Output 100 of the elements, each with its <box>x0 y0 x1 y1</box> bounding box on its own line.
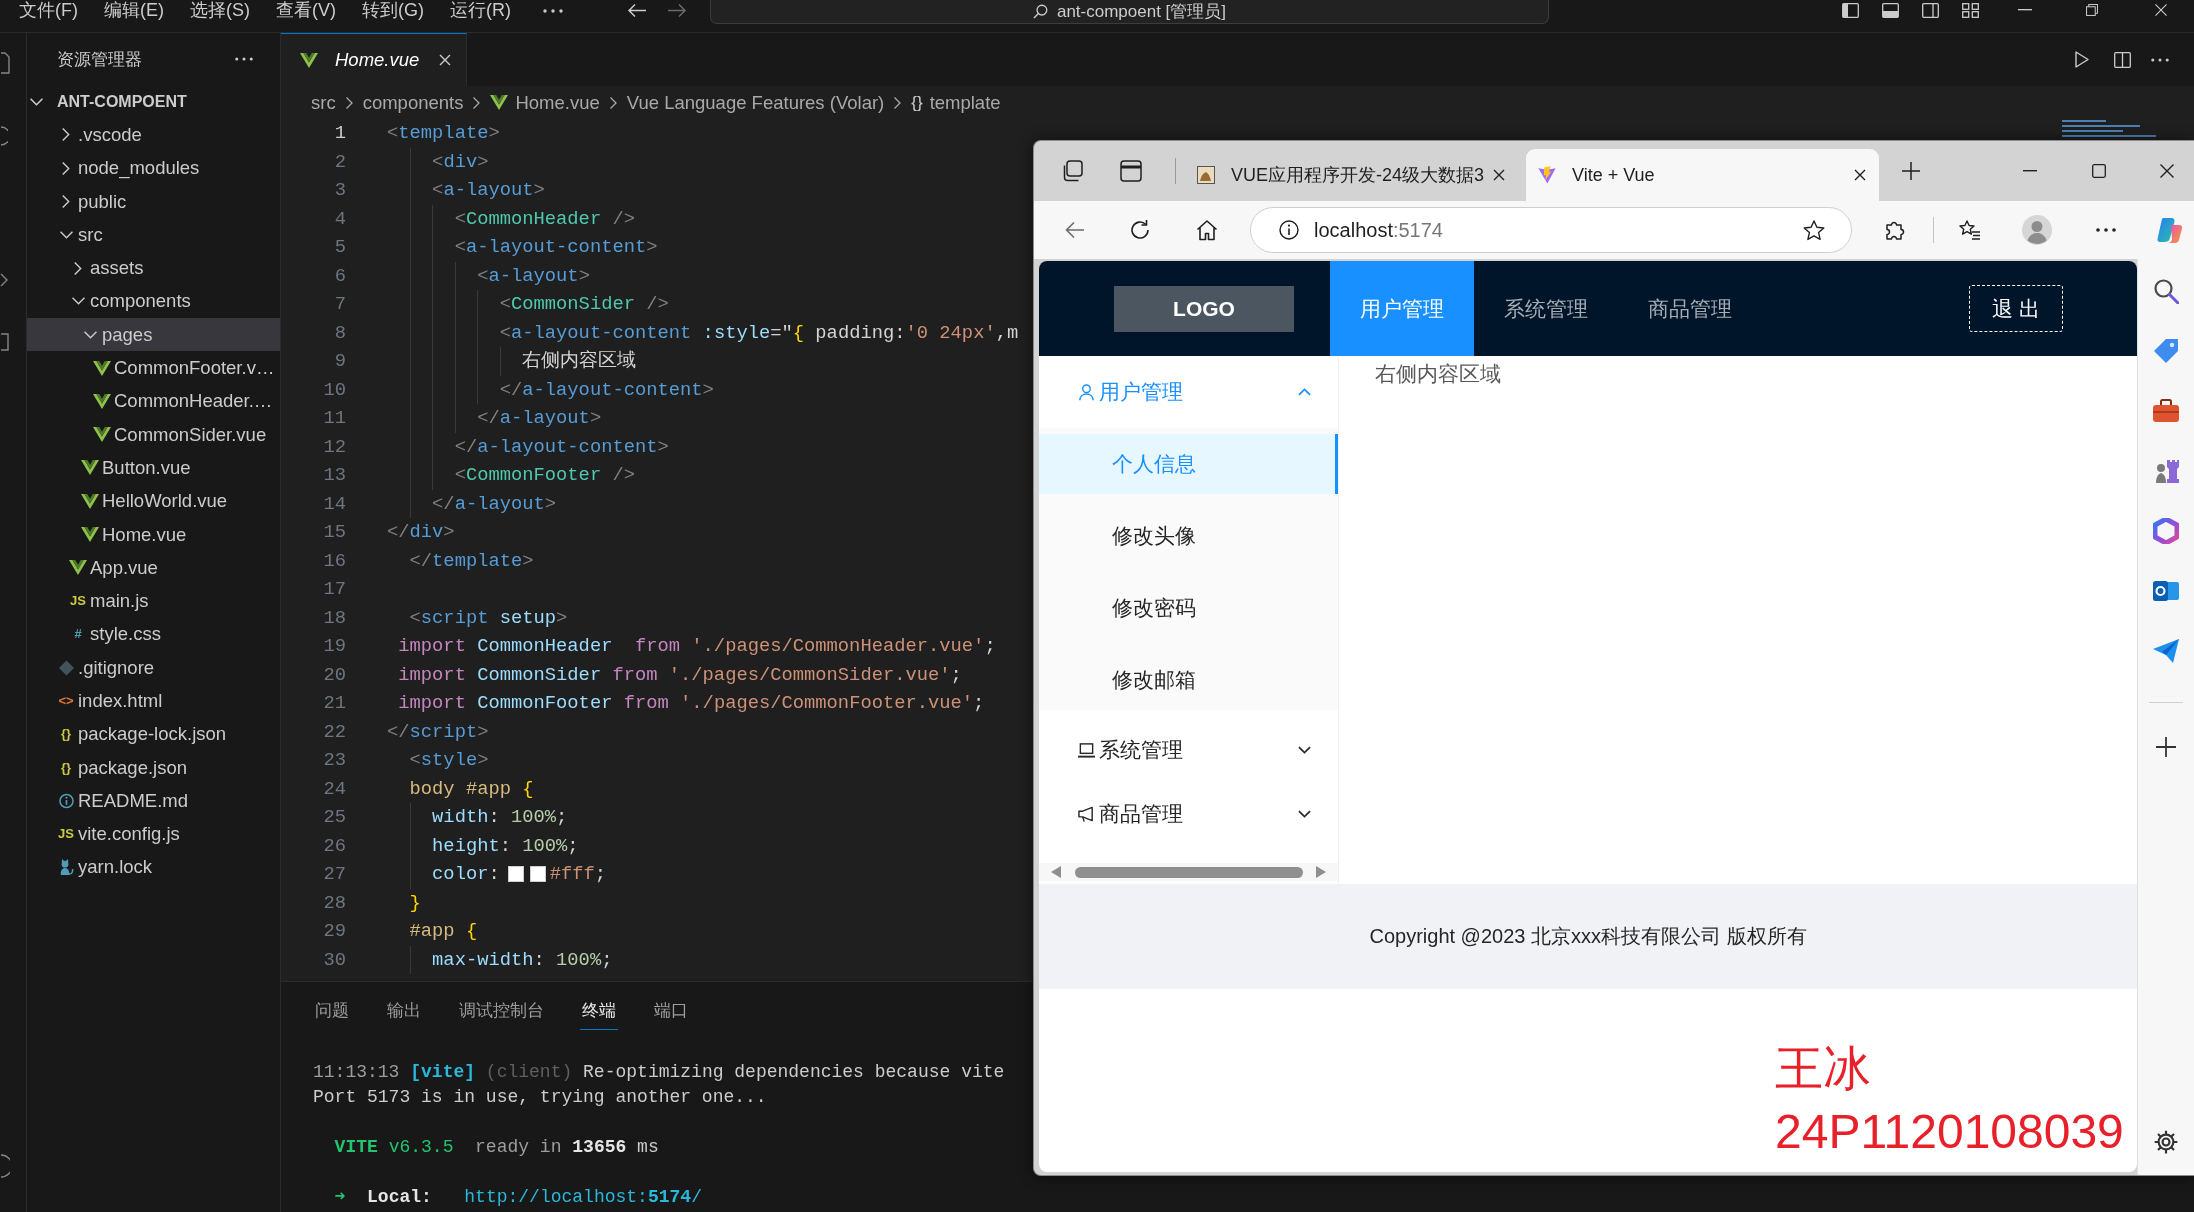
menu-item[interactable]: 查看(V) <box>276 0 336 20</box>
toolbox-icon[interactable] <box>2153 398 2179 424</box>
tree-item[interactable]: components <box>27 284 280 319</box>
tree-item[interactable]: JS main.js <box>27 584 280 618</box>
tree-item[interactable]: JS vite.config.js <box>27 817 280 851</box>
arc-icon[interactable] <box>0 1154 10 1178</box>
browser-tab[interactable]: VUE应用程序开发-24级大数据3 <box>1185 149 1518 201</box>
tree-item[interactable]: Home.vue <box>27 517 280 552</box>
menu-item[interactable]: 修改密码 <box>1039 578 1338 638</box>
nav-menu-item[interactable]: 商品管理 <box>1618 261 1762 356</box>
avatar-icon[interactable] <box>2022 215 2052 245</box>
split-editor-icon[interactable] <box>2114 51 2131 68</box>
mail-tile-icon[interactable] <box>2153 578 2179 604</box>
submenu-title[interactable]: 系统管理 <box>1039 722 1338 778</box>
restore-icon[interactable] <box>2086 4 2098 16</box>
tree-item[interactable]: {} package.json <box>27 750 280 785</box>
minimize-icon[interactable] <box>2023 170 2037 172</box>
more-icon[interactable] <box>2151 57 2169 62</box>
search-icon[interactable] <box>2153 278 2179 304</box>
breadcrumb-item[interactable]: {} template <box>911 91 1001 114</box>
color-swatch-icon[interactable] <box>507 866 524 883</box>
star-icon[interactable] <box>1803 219 1825 241</box>
stacked-squares-icon[interactable] <box>1061 160 1083 182</box>
section-header[interactable]: ANT-COMPOENT <box>27 85 280 119</box>
tree-item[interactable]: assets <box>27 251 280 285</box>
menu-item[interactable]: 修改头像 <box>1039 506 1338 566</box>
hexagon-icon[interactable] <box>2153 518 2179 544</box>
logout-button[interactable]: 退 出 <box>1969 285 2063 332</box>
tree-item[interactable]: <> index.html <box>27 684 280 718</box>
menu-item[interactable]: 转到(G) <box>362 0 424 20</box>
chevron-icon[interactable] <box>0 273 8 287</box>
info-icon[interactable] <box>1279 220 1299 240</box>
menu-item[interactable]: 文件(F) <box>19 0 78 20</box>
swirl-icon[interactable] <box>2157 217 2183 243</box>
menu-item[interactable]: 运行(R) <box>450 0 511 20</box>
minimize-icon[interactable] <box>2018 9 2032 11</box>
settings-icon[interactable] <box>2153 1129 2179 1155</box>
panel-tab[interactable]: 端口 <box>652 992 690 1030</box>
panel-left-icon[interactable] <box>1842 2 1859 18</box>
tree-item[interactable]: yarn.lock <box>27 850 280 885</box>
tree-item[interactable]: src <box>27 218 280 252</box>
window-icon[interactable] <box>1120 160 1142 182</box>
menu-item[interactable]: 修改邮箱 <box>1039 650 1338 710</box>
tree-item[interactable]: public <box>27 184 280 219</box>
breadcrumb-item[interactable]: src <box>311 91 336 114</box>
tree-item[interactable]: .vscode <box>27 118 280 152</box>
close-icon[interactable] <box>1854 169 1866 181</box>
tree-item[interactable]: CommonHeader.… <box>27 384 280 418</box>
panel-bottom-icon[interactable] <box>1882 2 1899 18</box>
close-icon[interactable] <box>1493 169 1505 181</box>
maximize-icon[interactable] <box>2092 164 2106 178</box>
reload-icon[interactable] <box>1129 219 1151 241</box>
submenu-title[interactable]: 商品管理 <box>1039 786 1338 842</box>
tree-item[interactable]: HelloWorld.vue <box>27 484 280 518</box>
address-field[interactable]: localhost:5174 <box>1250 207 1852 253</box>
tree-item[interactable]: README.md <box>27 784 280 818</box>
page-corner-icon[interactable] <box>0 52 10 74</box>
command-center[interactable]: ant-compoent [管理员] <box>710 0 1549 24</box>
color-swatch-icon[interactable] <box>529 866 546 883</box>
browser-tab[interactable]: Vite + Vue <box>1526 149 1879 201</box>
tag-icon[interactable] <box>2153 338 2179 364</box>
tree-item[interactable]: Button.vue <box>27 451 280 485</box>
more-icon[interactable] <box>235 57 253 61</box>
panel-tab[interactable]: 输出 <box>385 992 423 1030</box>
panel-right-icon[interactable] <box>1922 2 1939 18</box>
home-icon[interactable] <box>1196 219 1218 241</box>
puzzle-icon[interactable] <box>1885 219 1907 241</box>
tree-item[interactable]: CommonSider.vue <box>27 417 280 452</box>
tree-item[interactable]: .gitignore <box>27 651 280 685</box>
tree-item[interactable]: {} package-lock.json <box>27 717 280 751</box>
more-icon[interactable] <box>543 9 563 13</box>
nav-menu-item[interactable]: 系统管理 <box>1474 261 1618 356</box>
bracket-icon[interactable] <box>0 333 9 351</box>
favorites-icon[interactable] <box>1959 220 1981 240</box>
panel-tab[interactable]: 问题 <box>313 992 351 1030</box>
triangle-left-icon[interactable] <box>1051 866 1061 878</box>
breadcrumb-item[interactable]: components <box>362 91 464 114</box>
tree-item[interactable]: # style.css <box>27 617 280 652</box>
plus-icon[interactable] <box>1902 162 1920 180</box>
scrollbar-thumb[interactable] <box>1075 866 1303 878</box>
paper-plane-icon[interactable] <box>2153 638 2179 664</box>
arc-icon[interactable] <box>0 126 8 146</box>
menu-item[interactable]: 编辑(E) <box>104 0 164 20</box>
editor-tab[interactable]: Home.vue <box>281 33 467 86</box>
play-icon[interactable] <box>2075 51 2089 68</box>
breadcrumb-item[interactable]: Vue Language Features (Volar) <box>626 91 885 114</box>
layout-grid-icon[interactable] <box>1962 2 1979 18</box>
more-icon[interactable] <box>2096 228 2116 232</box>
triangle-right-icon[interactable] <box>1316 866 1326 878</box>
breadcrumb-item[interactable]: Home.vue <box>490 91 600 114</box>
plus-icon[interactable] <box>2156 737 2176 757</box>
tree-item[interactable]: pages <box>27 318 280 352</box>
tree-item[interactable]: node_modules <box>27 151 280 185</box>
chess-pieces-icon[interactable] <box>2153 458 2179 484</box>
panel-tab[interactable]: 终端 <box>580 992 618 1030</box>
panel-tab[interactable]: 调试控制台 <box>457 992 546 1030</box>
tree-item[interactable]: App.vue <box>27 551 280 585</box>
menu-item[interactable]: 选择(S) <box>190 0 250 20</box>
tree-item[interactable]: CommonFooter.v… <box>27 351 280 385</box>
close-icon[interactable] <box>2160 164 2174 178</box>
